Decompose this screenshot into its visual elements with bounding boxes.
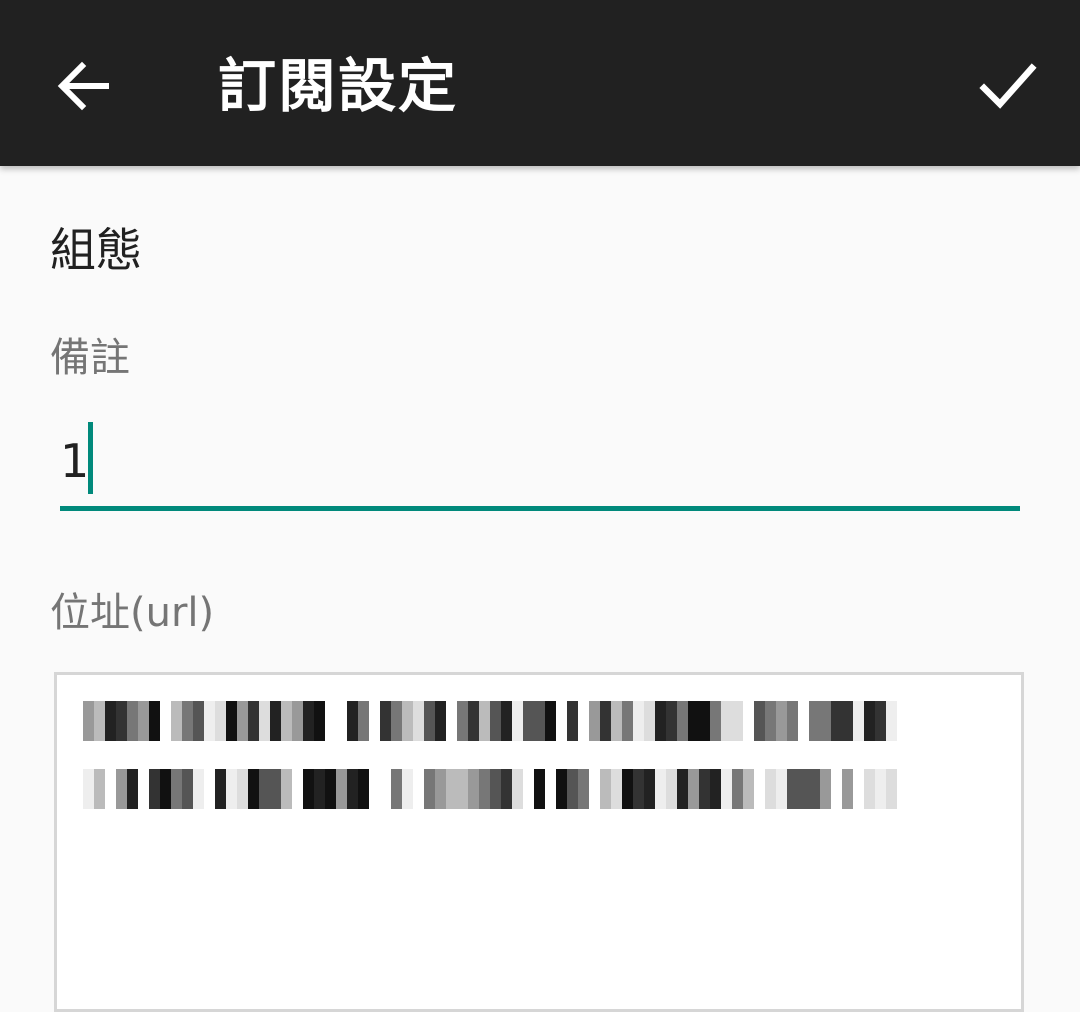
note-field-underline <box>60 506 1020 511</box>
note-label: 備註 <box>50 335 130 381</box>
url-value-redacted <box>83 701 983 837</box>
note-field[interactable]: 1 <box>60 418 1020 514</box>
page-title: 訂閱設定 <box>218 52 459 120</box>
check-icon <box>979 63 1037 109</box>
redacted-text-line <box>83 701 983 741</box>
url-textarea[interactable] <box>54 672 1024 1012</box>
arrow-back-icon <box>57 61 109 111</box>
confirm-button[interactable] <box>964 42 1052 130</box>
url-label: 位址(url) <box>50 590 215 636</box>
back-button[interactable] <box>40 42 128 130</box>
section-title: 組態 <box>50 223 142 277</box>
text-cursor <box>88 422 93 494</box>
app-toolbar: 訂閱設定 <box>0 0 1080 166</box>
note-input-value[interactable]: 1 <box>60 428 89 494</box>
redacted-text-line <box>83 769 983 809</box>
